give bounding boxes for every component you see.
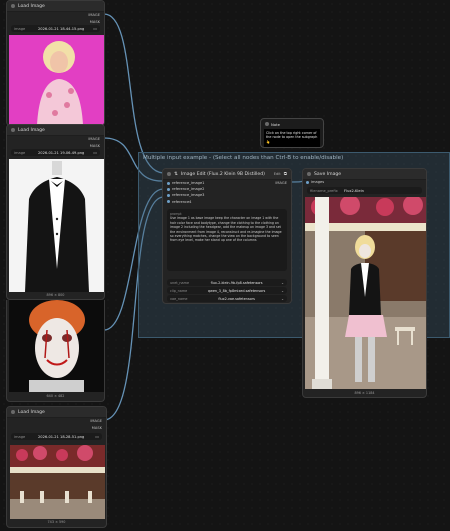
image-label: image <box>14 434 26 439</box>
select-label: unet_name <box>170 280 190 285</box>
select-label: clip_name <box>170 288 188 293</box>
output-slots[interactable]: IMAGE MASK <box>88 136 100 149</box>
chevron-down-icon[interactable]: ⌄ <box>281 289 284 293</box>
image-size-caption: 896 × 800 <box>46 293 65 297</box>
image-edit-node[interactable]: ⇅ Image Edit (Flux.2 Klein 9B Distilled)… <box>162 168 292 304</box>
edit-tab[interactable]: Edit <box>274 172 281 176</box>
slot-dot-icon[interactable] <box>167 181 170 185</box>
slot-dot-icon[interactable] <box>167 200 170 204</box>
load-image-node-2[interactable]: Load Image IMAGE MASK image 2026-01-21 1… <box>6 124 105 300</box>
image-select[interactable]: image 2026-01-21 19-06-49.png ▭ <box>11 149 100 156</box>
output-image-preview <box>305 197 426 389</box>
image-preview <box>9 35 104 125</box>
open-subgraph-icon[interactable]: ⧉ <box>284 171 287 177</box>
node-header[interactable]: Note <box>261 119 323 129</box>
result-preview <box>305 197 426 389</box>
input-slot[interactable]: reference4 <box>167 199 204 205</box>
output-mask[interactable]: MASK <box>90 425 102 432</box>
cafe-preview <box>10 445 105 519</box>
node-title: Load Image <box>18 127 45 133</box>
output-slots[interactable]: IMAGE MASK <box>90 418 102 431</box>
image-select[interactable]: image 2026-01-21 18-28-51.png ▭ <box>11 433 102 440</box>
output-image[interactable]: IMAGE <box>275 180 287 187</box>
folder-icon[interactable]: ▭ <box>95 434 99 439</box>
image-preview <box>10 445 105 519</box>
input-slots[interactable]: reference_image1 reference_image2 refere… <box>167 180 204 205</box>
image-label: image <box>14 26 26 31</box>
load-image-node-1[interactable]: Load Image IMAGE MASK image 2026-01-21 1… <box>6 0 105 126</box>
collapse-dot-icon[interactable] <box>265 122 269 126</box>
node-title: Load Image <box>18 409 45 415</box>
wire-image1-ref1 <box>103 13 164 174</box>
tuxedo-preview <box>9 159 104 292</box>
chevron-down-icon[interactable]: ⌄ <box>281 281 284 285</box>
output-slots[interactable]: IMAGE <box>275 180 287 187</box>
prompt-text: Use image 1 as base image keep the chara… <box>170 216 282 243</box>
collapse-dot-icon[interactable] <box>11 410 15 414</box>
collapse-dot-icon[interactable] <box>307 172 311 176</box>
node-header[interactable]: Load Image <box>7 125 104 136</box>
image-preview <box>9 159 104 292</box>
image-select[interactable]: image 2026-01-21 18-44-15.png ▭ <box>11 25 100 32</box>
image-preview <box>9 300 104 392</box>
select-value: qwen_3_8b_fp8mixed.safetensors <box>207 288 266 293</box>
node-header[interactable]: Load Image <box>7 1 104 12</box>
node-title: Image Edit (Flux.2 Klein 9B Distilled) <box>180 171 265 177</box>
node-canvas[interactable]: Load Image IMAGE MASK image 2026-01-21 1… <box>0 0 450 531</box>
note-title: Note <box>271 121 280 127</box>
subgraph-icon: ⇅ <box>174 171 178 177</box>
select-value: flux-2-klein-9b-fp8.safetensors <box>210 280 263 285</box>
image-filename: 2026-01-21 19-06-49.png <box>38 150 85 155</box>
save-image-node[interactable]: Save Image images filename_prefix Flux2-… <box>302 168 427 398</box>
folder-icon[interactable]: ▭ <box>93 150 97 155</box>
vae-name-select[interactable]: vae_name flux2-vae.safetensors ⌄ <box>167 295 287 302</box>
output-image[interactable]: IMAGE <box>90 418 102 425</box>
prompt-textarea[interactable]: prompt Use image 1 as base image keep th… <box>167 209 287 271</box>
select-label: vae_name <box>170 296 188 301</box>
slot-label: reference4 <box>172 199 192 204</box>
slot-label: images <box>311 180 325 184</box>
collapse-dot-icon[interactable] <box>11 128 15 132</box>
node-header[interactable]: Save Image <box>303 169 426 180</box>
prefix-value: Flux2-Klein <box>344 188 364 193</box>
portrait-preview <box>9 35 104 125</box>
chevron-down-icon[interactable]: ⌄ <box>281 297 284 301</box>
image-size-caption: 743 × 590 <box>47 520 66 524</box>
node-title: Save Image <box>314 171 342 177</box>
collapse-dot-icon[interactable] <box>167 172 171 176</box>
image-size-caption: 640 × 482 <box>46 394 65 398</box>
output-image[interactable]: IMAGE <box>88 136 100 143</box>
node-header[interactable]: ⇅ Image Edit (Flux.2 Klein 9B Distilled)… <box>163 169 291 180</box>
folder-icon[interactable]: ▭ <box>93 26 97 31</box>
slot-dot-icon[interactable] <box>306 180 309 184</box>
clown-makeup-preview <box>9 300 104 392</box>
group-title[interactable]: Multiple input example - (Select all nod… <box>139 153 449 163</box>
note-text[interactable]: Click on the top right corner of the nod… <box>264 129 320 147</box>
image-size-caption: 896 × 1184 <box>354 391 375 395</box>
slot-dot-icon[interactable] <box>167 194 170 197</box>
image-filename: 2026-01-21 18-44-15.png <box>38 26 85 31</box>
collapse-dot-icon[interactable] <box>11 4 15 8</box>
output-slots[interactable]: IMAGE MASK <box>88 12 100 25</box>
select-value: flux2-vae.safetensors <box>218 296 255 301</box>
clip-name-select[interactable]: clip_name qwen_3_8b_fp8mixed.safetensors… <box>167 287 287 294</box>
unet-name-select[interactable]: unet_name flux-2-klein-9b-fp8.safetensor… <box>167 279 287 286</box>
note-node[interactable]: Note Click on the top right corner of th… <box>260 118 324 148</box>
load-image-node-4[interactable]: Load Image IMAGE MASK image 2026-01-21 1… <box>6 406 107 528</box>
output-image[interactable]: IMAGE <box>88 12 100 19</box>
node-header[interactable]: Load Image <box>7 407 106 418</box>
load-image-node-3[interactable]: 640 × 482 <box>6 300 105 402</box>
node-title: Load Image <box>18 3 45 9</box>
image-label: image <box>14 150 26 155</box>
prefix-label: filename_prefix <box>310 188 338 193</box>
slot-dot-icon[interactable] <box>167 187 170 191</box>
filename-prefix-field[interactable]: filename_prefix Flux2-Klein <box>307 187 422 194</box>
input-slot[interactable]: images <box>306 180 324 184</box>
image-filename: 2026-01-21 18-28-51.png <box>38 434 85 439</box>
